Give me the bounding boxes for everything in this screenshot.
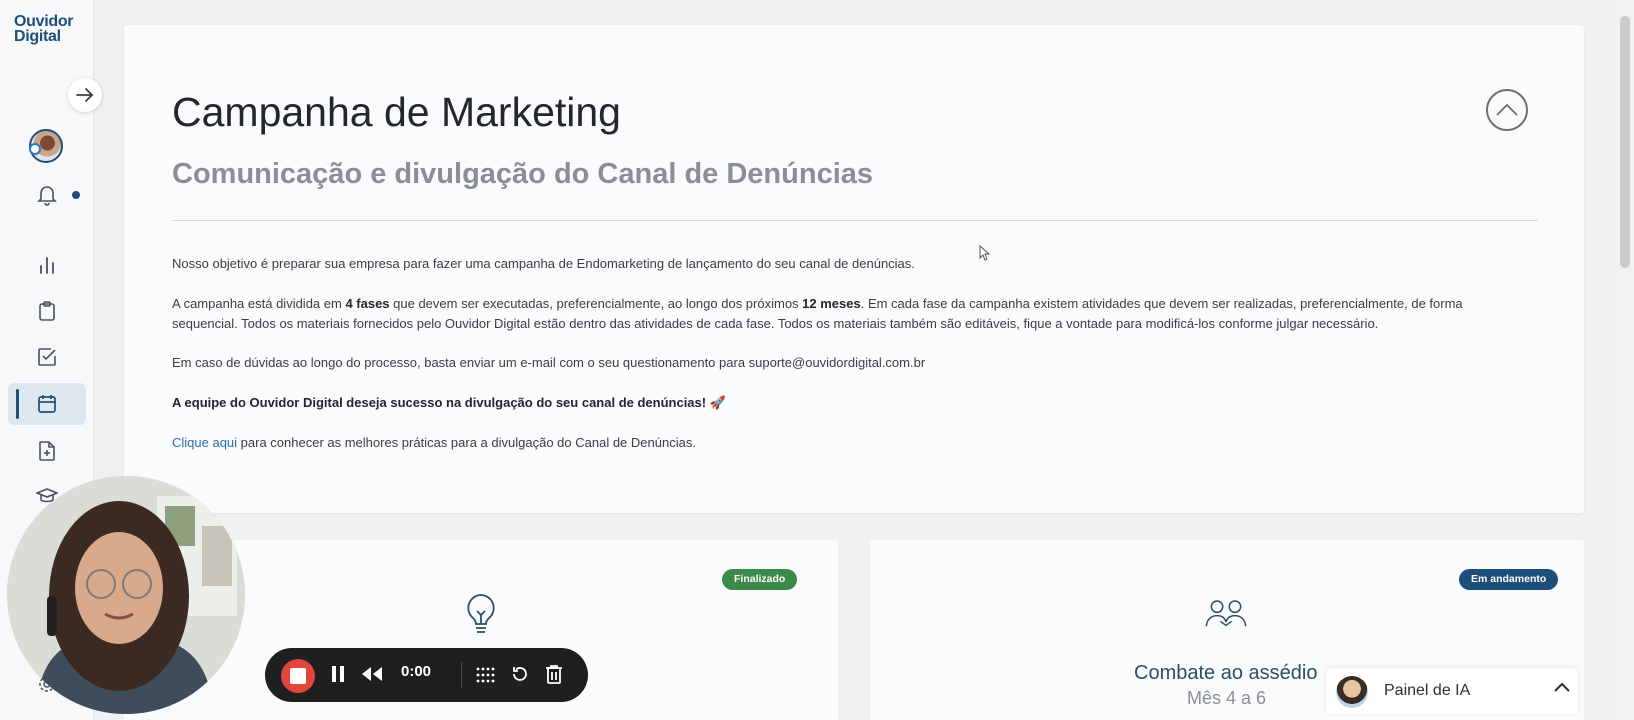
trash-icon <box>546 665 562 684</box>
phase-title: Combate ao assédio <box>1134 662 1318 684</box>
grid-dots-icon <box>476 667 495 683</box>
clipboard-icon[interactable] <box>33 297 61 325</box>
phases-count: 4 fases <box>345 296 390 311</box>
calendar-icon[interactable] <box>33 390 61 418</box>
click-here-link[interactable]: Clique aqui <box>172 435 237 450</box>
delete-button[interactable] <box>545 664 563 684</box>
chevron-up-icon <box>1496 104 1518 116</box>
phases-text-c: que devem ser executadas, preferencialme… <box>389 296 803 311</box>
phases-paragraph: A campanha está dividida em 4 fases que … <box>172 294 1522 334</box>
bell-icon[interactable] <box>33 181 61 209</box>
scrollbar[interactable] <box>1616 0 1634 720</box>
ai-avatar <box>1336 676 1368 708</box>
active-indicator <box>16 389 19 419</box>
stop-icon <box>290 668 306 684</box>
pause-icon <box>332 666 344 682</box>
best-practices-paragraph: Clique aqui para conhecer as melhores pr… <box>172 433 1522 453</box>
recording-toolbar: 0:00 <box>265 648 588 702</box>
logo-line1: Ouvidor <box>14 13 74 30</box>
best-practices-text: para conhecer as melhores práticas para … <box>237 435 696 450</box>
status-badge: Em andamento <box>1459 569 1559 590</box>
restart-button[interactable] <box>511 665 529 683</box>
months-count: 12 meses <box>802 296 861 311</box>
chevron-up-icon <box>1554 682 1570 692</box>
scroll-thumb[interactable] <box>1620 16 1630 268</box>
logo[interactable]: Ouvidor Digital <box>14 13 78 45</box>
webcam-bubble[interactable] <box>7 476 245 714</box>
success-paragraph: A equipe do Ouvidor Digital deseja suces… <box>172 393 1522 413</box>
support-paragraph: Em caso de dúvidas ao longo do processo,… <box>172 355 926 370</box>
restart-icon <box>513 667 527 681</box>
arrow-right-icon <box>76 88 94 102</box>
collapse-card-button[interactable] <box>1486 89 1528 131</box>
toolbar-separator <box>461 662 462 688</box>
grid-button[interactable] <box>475 666 495 684</box>
recording-timer: 0:00 <box>401 663 432 680</box>
status-badge: Finalizado <box>722 569 798 590</box>
success-text: A equipe do Ouvidor Digital deseja suces… <box>172 395 726 410</box>
logo-line2: Digital <box>14 28 61 45</box>
intro-paragraph: Nosso objetivo é preparar sua empresa pa… <box>172 256 915 271</box>
people-icon <box>1204 592 1248 636</box>
avatar-badge <box>29 143 41 155</box>
phases-text-a: A campanha está dividida em <box>172 296 346 311</box>
mouse-cursor-icon <box>979 245 991 261</box>
campaign-card: Campanha de Marketing Comunicação e divu… <box>124 25 1584 513</box>
notification-dot <box>72 191 80 199</box>
phase-months: Mês 4 a 6 <box>1187 688 1267 708</box>
pause-button[interactable] <box>331 665 345 683</box>
user-avatar[interactable] <box>29 129 63 163</box>
rewind-button[interactable] <box>361 666 383 682</box>
checkbox-icon[interactable] <box>33 343 61 371</box>
stop-recording-button[interactable] <box>281 659 315 693</box>
lightbulb-icon <box>459 592 503 636</box>
ai-panel-label: Painel de IA <box>1384 682 1471 699</box>
expand-sidebar-button[interactable] <box>68 78 102 112</box>
file-plus-icon[interactable] <box>33 437 61 465</box>
page-title: Campanha de Marketing <box>172 89 621 135</box>
webcam-video <box>7 476 245 714</box>
page-subtitle: Comunicação e divulgação do Canal de Den… <box>172 158 874 190</box>
divider <box>172 220 1538 221</box>
rewind-icon <box>362 667 382 681</box>
ai-panel-toggle[interactable]: Painel de IA <box>1326 668 1578 714</box>
bar-chart-icon[interactable] <box>33 251 61 279</box>
